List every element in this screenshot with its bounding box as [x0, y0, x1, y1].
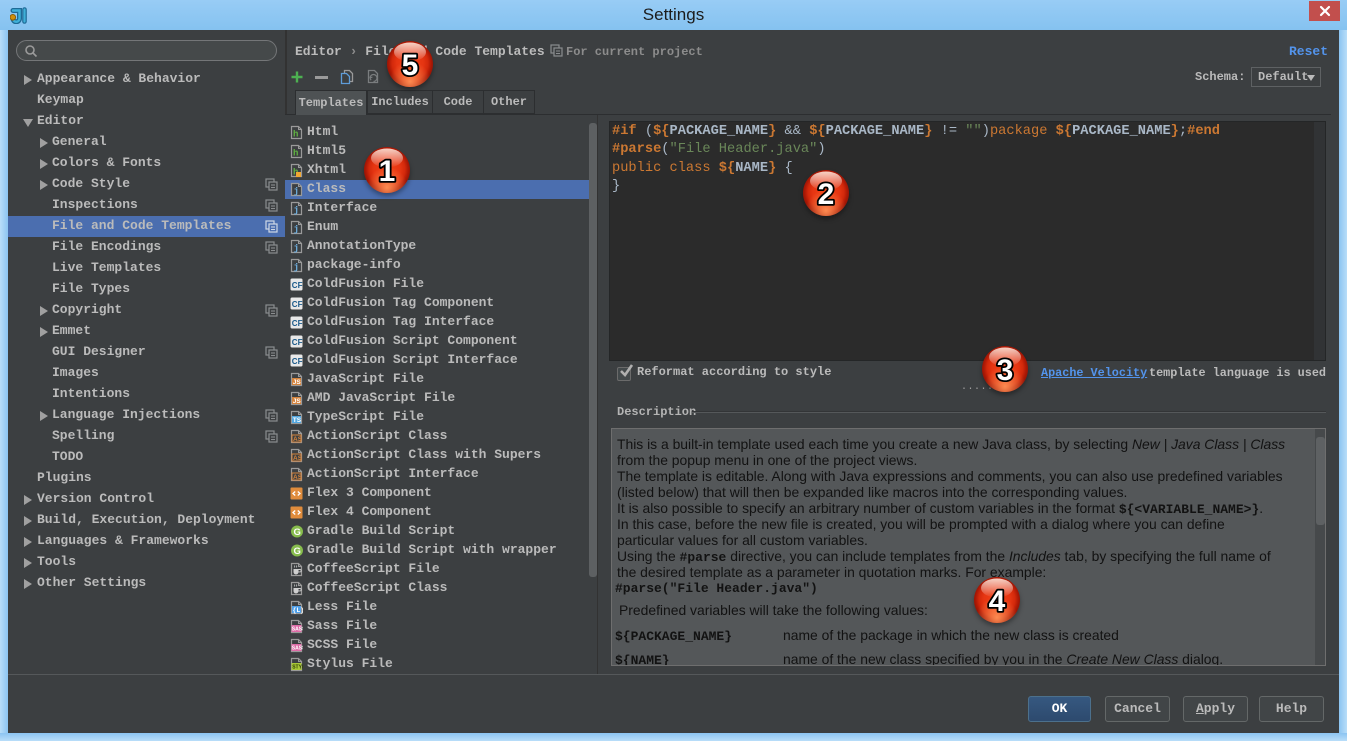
svg-text:CF: CF — [292, 318, 303, 327]
svg-text:CF: CF — [292, 299, 303, 308]
svg-text:TS: TS — [293, 417, 302, 424]
svg-text:G: G — [294, 546, 301, 557]
svg-text:2: 2 — [818, 178, 835, 211]
svg-text:{L}: {L} — [293, 607, 304, 614]
svg-text:AS: AS — [293, 436, 303, 443]
svg-text:AS: AS — [293, 474, 303, 481]
svg-text:CF: CF — [292, 280, 303, 289]
svg-text:j: j — [294, 205, 299, 215]
svg-text:JS: JS — [293, 398, 302, 405]
svg-text:CF: CF — [292, 356, 303, 365]
svg-text:j: j — [294, 262, 299, 272]
svg-text:4: 4 — [989, 585, 1006, 618]
svg-text:h: h — [293, 129, 298, 139]
svg-text:SASS: SASS — [292, 645, 303, 651]
svg-text:1: 1 — [379, 155, 396, 188]
svg-text:AS: AS — [293, 455, 303, 462]
svg-text:j: j — [294, 224, 299, 234]
svg-text:5: 5 — [402, 49, 419, 82]
svg-text:j: j — [294, 186, 299, 196]
svg-text:h: h — [293, 148, 298, 158]
svg-text:3: 3 — [997, 354, 1014, 387]
svg-text:STYL: STYL — [292, 664, 303, 670]
svg-text:j: j — [294, 243, 299, 253]
svg-text:SASS: SASS — [292, 626, 303, 632]
svg-text:G: G — [294, 527, 301, 538]
svg-text:JS: JS — [293, 379, 302, 386]
svg-text:CF: CF — [292, 337, 303, 346]
